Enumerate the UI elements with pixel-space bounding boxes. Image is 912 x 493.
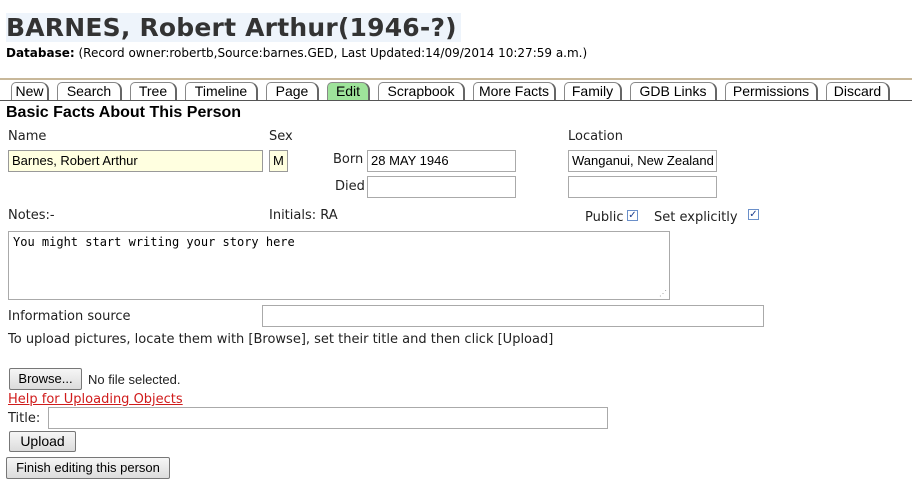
database-label: Database: [6,46,75,60]
tab-new[interactable]: New [11,82,49,100]
tab-scrapbook[interactable]: Scrapbook [378,82,465,100]
page-title: BARNES, Robert Arthur(1946-?) [6,13,461,42]
sex-field[interactable]: M [269,150,288,172]
tab-gdb-links[interactable]: GDB Links [630,82,717,100]
died-date-field[interactable] [367,176,516,198]
upload-button[interactable]: Upload [9,431,76,452]
notes-label: Notes:- [8,208,55,223]
sex-label: Sex [269,129,293,144]
no-file-text: No file selected. [88,372,181,387]
notes-textarea[interactable]: You might start writing your story here … [8,231,670,300]
help-uploading-link[interactable]: Help for Uploading Objects [8,392,183,407]
tab-family[interactable]: Family [564,82,622,100]
tab-tree[interactable]: Tree [130,82,177,100]
notes-text: You might start writing your story here [13,235,295,249]
database-info-line: Database: (Record owner:robertb,Source:b… [6,46,587,60]
tab-edit[interactable]: Edit [327,82,370,100]
finish-editing-button[interactable]: Finish editing this person [6,457,170,479]
title-label: Title: [8,411,41,426]
tab-page[interactable]: Page [266,82,319,100]
resize-grip-icon[interactable]: ⋰ [659,289,667,298]
name-field[interactable]: Barnes, Robert Arthur [8,150,263,172]
tab-permissions[interactable]: Permissions [725,82,818,100]
info-source-field[interactable] [262,305,764,327]
upload-instructions: To upload pictures, locate them with [Br… [8,332,554,347]
name-label: Name [8,129,47,144]
set-explicitly-checkbox[interactable]: ✓ [748,209,759,220]
public-label: Public [585,210,624,225]
tab-bar-divider [0,100,912,101]
born-location-field[interactable]: Wanganui, New Zealand [568,150,717,172]
died-location-field[interactable] [568,176,717,198]
born-date-field[interactable]: 28 MAY 1946 [367,150,516,172]
browse-button[interactable]: Browse... [9,368,82,390]
title-field[interactable] [48,407,608,429]
database-info: (Record owner:robertb,Source:barnes.GED,… [78,46,588,60]
tab-search[interactable]: Search [57,82,122,100]
initials-label: Initials: RA [269,208,338,223]
born-label: Born [333,152,364,167]
tab-more-facts[interactable]: More Facts [473,82,556,100]
set-explicitly-label: Set explicitly [654,210,738,225]
section-title: Basic Facts About This Person [6,104,242,121]
location-label: Location [568,129,623,144]
tab-discard[interactable]: Discard [826,82,890,100]
public-checkbox[interactable]: ✓ [627,210,638,221]
died-label: Died [335,179,365,194]
info-source-label: Information source [8,309,131,324]
tab-timeline[interactable]: Timeline [185,82,258,100]
